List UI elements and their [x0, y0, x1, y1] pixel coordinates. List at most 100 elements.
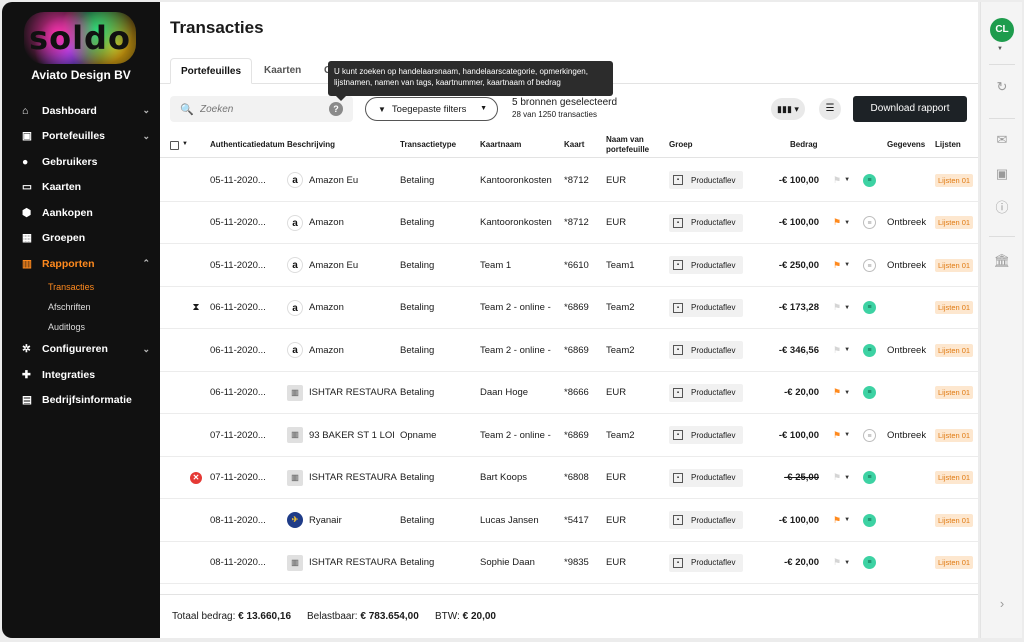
- header-wallet[interactable]: Naam van portefeuille: [606, 132, 662, 158]
- chevron-down-icon[interactable]: ▼: [997, 46, 1003, 52]
- table-row[interactable]: ✕ 07-11-2020... ▥ ISHTAR RESTAURA Betaling Ba…: [160, 457, 978, 499]
- flag-icon[interactable]: ⚑: [833, 472, 841, 483]
- download-report-button[interactable]: Download rapport: [853, 96, 967, 122]
- mail-icon[interactable]: ✉: [991, 129, 1013, 151]
- chevron-down-icon[interactable]: ▼: [844, 432, 850, 438]
- flag-icon[interactable]: ⚑: [833, 217, 841, 228]
- table-row[interactable]: 07-11-2020... ▥ 93 BAKER ST 1 LOI Opname Tea…: [160, 414, 978, 457]
- sidebar-item-gebruikers[interactable]: ● Gebruikers: [2, 149, 160, 175]
- flag-cell[interactable]: ⚑ ▼: [833, 202, 857, 244]
- bank-icon[interactable]: 🏛: [991, 250, 1013, 272]
- chevron-down-icon[interactable]: ▼: [844, 475, 850, 481]
- sidebar-item-rapporten[interactable]: ▥ Rapporten ⌃: [2, 251, 160, 277]
- list-badge[interactable]: Lijsten 01: [935, 556, 974, 569]
- receipt-cell[interactable]: ≡: [863, 159, 879, 201]
- soldo-logo[interactable]: soldo: [24, 12, 136, 64]
- receipt-icon[interactable]: ≡: [863, 556, 876, 569]
- receipt-icon[interactable]: ≡: [863, 173, 876, 187]
- receipt-cell[interactable]: ≡: [863, 202, 879, 244]
- receipt-cell[interactable]: ≡: [863, 542, 879, 584]
- chevron-down-icon[interactable]: ▼: [844, 347, 850, 353]
- receipt-cell[interactable]: ≡: [863, 499, 879, 541]
- header-type[interactable]: Transactietype: [400, 132, 456, 158]
- sidebar-item-aankopen[interactable]: ⬢ Aankopen: [2, 200, 160, 226]
- list-badge[interactable]: Lijsten 01: [935, 428, 974, 442]
- header-amount[interactable]: Bedrag: [790, 132, 818, 158]
- flag-cell[interactable]: ⚑ ▼: [833, 329, 857, 371]
- receipt-cell[interactable]: ≡: [863, 329, 879, 371]
- receipt-icon[interactable]: ≡: [863, 428, 876, 442]
- receipt-icon[interactable]: ≡: [863, 513, 876, 527]
- flag-cell[interactable]: ⚑ ▼: [833, 244, 857, 286]
- flag-cell[interactable]: ⚑ ▼: [833, 457, 857, 499]
- sidebar-item-groepen[interactable]: ▦ Groepen: [2, 226, 160, 252]
- chevron-down-icon[interactable]: ▼: [844, 177, 850, 183]
- search-input[interactable]: [200, 100, 320, 118]
- sidebar-item-integraties[interactable]: ✚ Integraties: [2, 362, 160, 388]
- receipt-cell[interactable]: ≡: [863, 372, 879, 414]
- chevron-down-icon[interactable]: ▼: [182, 141, 188, 147]
- table-row[interactable]: 06-11-2020... a Amazon Betaling Team 2 - onl…: [160, 329, 978, 372]
- search-box[interactable]: 🔍 ?: [170, 96, 353, 122]
- receipt-icon[interactable]: ≡: [863, 471, 876, 484]
- list-badge[interactable]: Lijsten 01: [935, 301, 974, 314]
- receipt-cell[interactable]: ≡: [863, 457, 879, 499]
- table-row[interactable]: 08-11-2020... ▥ ISHTAR RESTAURA Betaling Sop…: [160, 542, 978, 584]
- table-row[interactable]: 06-11-2020... ▥ ISHTAR RESTAURA Betaling Daa…: [160, 372, 978, 414]
- flag-icon[interactable]: ⚑: [833, 515, 841, 526]
- refresh-icon[interactable]: ↻: [991, 76, 1013, 98]
- chevron-down-icon[interactable]: ▼: [844, 560, 850, 566]
- table-row[interactable]: 05-11-2020... a Amazon Eu Betaling Kantooron…: [160, 159, 978, 202]
- chevron-down-icon[interactable]: ▼: [844, 262, 850, 268]
- header-details[interactable]: Gegevens: [887, 132, 925, 158]
- flag-cell[interactable]: ⚑ ▼: [833, 499, 857, 541]
- header-group[interactable]: Groep: [669, 132, 693, 158]
- flag-icon[interactable]: ⚑: [833, 175, 841, 186]
- receipt-icon[interactable]: ≡: [863, 343, 876, 357]
- header-description[interactable]: Beschrijving: [287, 132, 335, 158]
- sidebar-item-configureren[interactable]: ✲ Configureren ⌄: [2, 337, 160, 363]
- list-badge[interactable]: Lijsten 01: [935, 258, 974, 272]
- sidebar-item-kaarten[interactable]: ▭ Kaarten: [2, 175, 160, 201]
- flag-cell[interactable]: ⚑ ▼: [833, 372, 857, 414]
- list-badge[interactable]: Lijsten 01: [935, 471, 974, 484]
- sidebar-item-portefeuilles[interactable]: ▣ Portefeuilles ⌄: [2, 124, 160, 150]
- sidebar-subitem-afschriften[interactable]: Afschriften: [2, 297, 160, 317]
- chevron-down-icon[interactable]: ▼: [844, 305, 850, 311]
- flag-cell[interactable]: ⚑ ▼: [833, 414, 857, 456]
- sidebar-item-dashboard[interactable]: ⌂ Dashboard ⌄: [2, 98, 160, 124]
- flag-cell[interactable]: ⚑ ▼: [833, 542, 857, 584]
- header-lists[interactable]: Lijsten: [935, 132, 961, 158]
- tab-portefeuilles[interactable]: Portefeuilles: [170, 58, 253, 84]
- table-row[interactable]: ⧗ 06-11-2020... a Amazon Betaling Team 2 - on…: [160, 287, 978, 329]
- receipt-icon[interactable]: ≡: [863, 216, 876, 229]
- flag-icon[interactable]: ⚑: [833, 430, 841, 441]
- list-badge[interactable]: Lijsten 01: [935, 343, 974, 357]
- applied-filters-button[interactable]: ▼ Toegepaste filters ▼: [365, 97, 498, 121]
- chevron-right-icon[interactable]: ›: [991, 593, 1013, 615]
- list-badge[interactable]: Lijsten 01: [935, 216, 974, 229]
- header-cardname[interactable]: Kaartnaam: [480, 132, 521, 158]
- sidebar-subitem-transacties[interactable]: Transacties: [2, 277, 160, 297]
- header-date[interactable]: Authenticatiedatum: [210, 132, 285, 158]
- list-settings-button[interactable]: ☰: [819, 98, 841, 120]
- table-row[interactable]: 05-11-2020... a Amazon Eu Betaling Team 1 *66…: [160, 244, 978, 287]
- receipt-cell[interactable]: ≡: [863, 244, 879, 286]
- sidebar-subitem-auditlogs[interactable]: Auditlogs: [2, 317, 160, 337]
- table-row[interactable]: 08-11-2020... ✈ Ryanair Betaling Lucas Janse…: [160, 499, 978, 542]
- flag-cell[interactable]: ⚑ ▼: [833, 287, 857, 329]
- receipt-cell[interactable]: ≡: [863, 287, 879, 329]
- list-badge[interactable]: Lijsten 01: [935, 173, 974, 187]
- table-row[interactable]: 05-11-2020... a Amazon Betaling Kantooronkos…: [160, 202, 978, 244]
- select-all-checkbox[interactable]: [170, 141, 179, 150]
- receipt-icon[interactable]: ≡: [863, 258, 876, 272]
- help-icon[interactable]: ?: [329, 102, 343, 116]
- help-icon[interactable]: ⓘ: [991, 197, 1013, 219]
- sidebar-item-bedrijfsinformatie[interactable]: ▤ Bedrijfsinformatie: [2, 388, 160, 414]
- chevron-down-icon[interactable]: ▼: [844, 390, 850, 396]
- header-card[interactable]: Kaart: [564, 132, 584, 158]
- receipt-cell[interactable]: ≡: [863, 414, 879, 456]
- chat-icon[interactable]: ▣: [991, 163, 1013, 185]
- column-view-button[interactable]: ▮▮▮ ▾: [771, 98, 805, 120]
- receipt-icon[interactable]: ≡: [863, 386, 876, 399]
